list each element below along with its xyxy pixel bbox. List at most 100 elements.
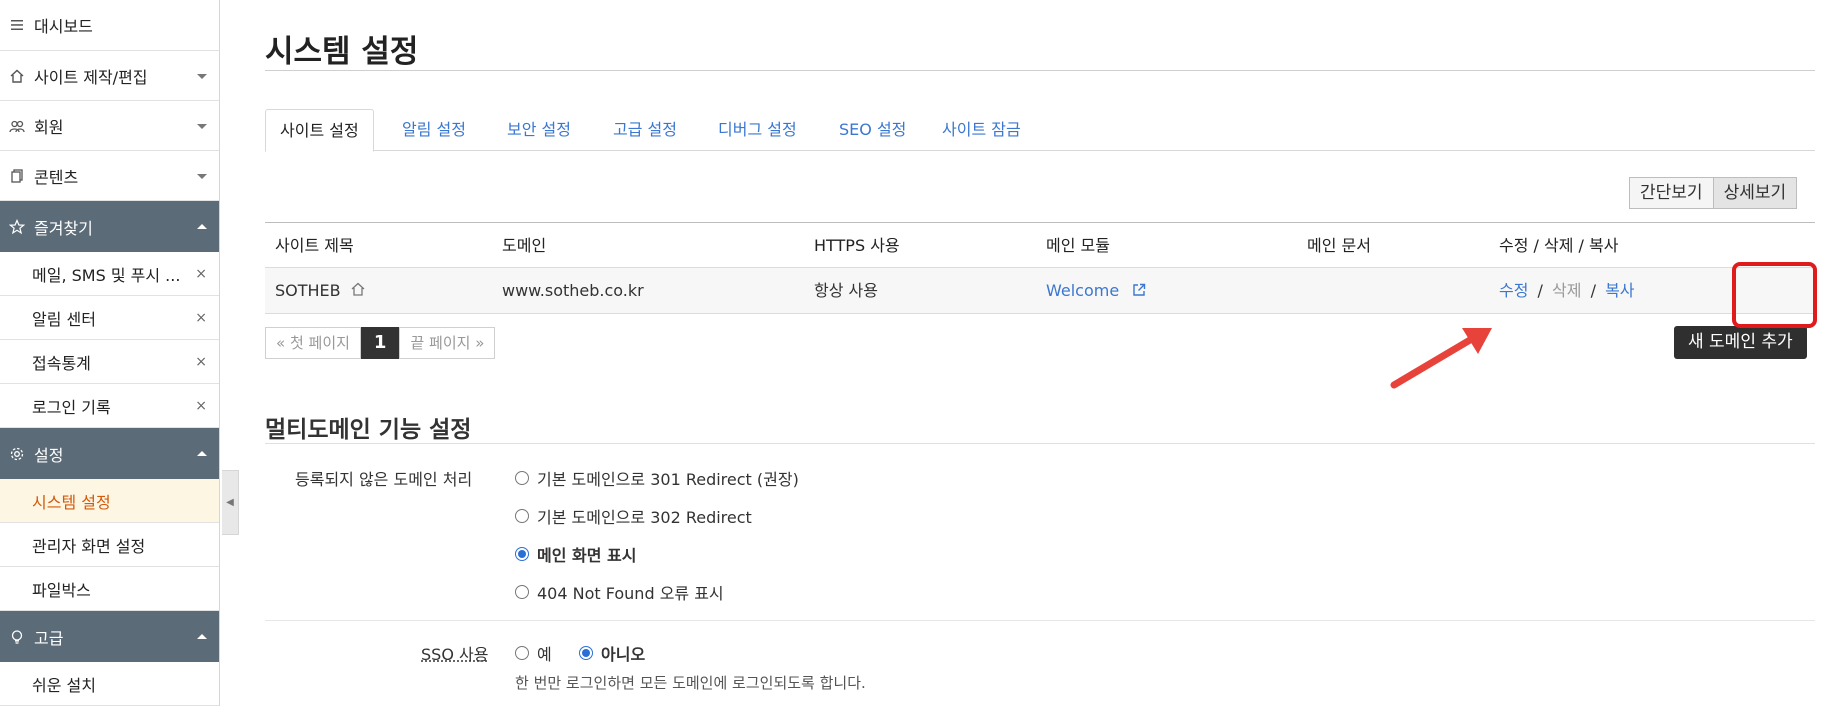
close-icon[interactable]: × bbox=[195, 398, 207, 414]
sidebar-group-label: 설정 bbox=[34, 445, 64, 465]
chevron-down-icon bbox=[197, 73, 207, 79]
sidebar-item-notification-center[interactable]: 알림 센터 × bbox=[0, 296, 219, 340]
sidebar-item-label: 관리자 화면 설정 bbox=[32, 536, 146, 556]
edit-link[interactable]: 수정 bbox=[1499, 281, 1528, 300]
chevron-left-icon: ◀ bbox=[226, 497, 234, 508]
delete-link[interactable]: 삭제 bbox=[1552, 281, 1581, 300]
radio-button[interactable] bbox=[515, 646, 529, 660]
tab-seo-settings[interactable]: SEO 설정 bbox=[839, 109, 906, 151]
sidebar-item-system-settings[interactable]: 시스템 설정 bbox=[0, 479, 219, 523]
last-page-button[interactable]: 끝 페이지 » bbox=[399, 327, 496, 359]
view-toggle: 간단보기 상세보기 bbox=[1629, 177, 1798, 209]
domain-table: 사이트 제목 도메인 HTTPS 사용 메인 모듈 메인 문서 수정 / 삭제 … bbox=[265, 222, 1815, 314]
column-header: 도메인 bbox=[502, 236, 547, 255]
separator: / bbox=[1590, 281, 1596, 300]
sidebar-item-login-history[interactable]: 로그인 기록 × bbox=[0, 384, 219, 428]
tab-site-settings[interactable]: 사이트 설정 bbox=[265, 109, 374, 152]
close-icon[interactable]: × bbox=[195, 266, 207, 282]
sidebar-item-access-stats[interactable]: 접속통계 × bbox=[0, 340, 219, 384]
sidebar-item-admin-screen-settings[interactable]: 관리자 화면 설정 bbox=[0, 523, 219, 567]
radio-label: 기본 도메인으로 302 Redirect bbox=[537, 508, 752, 527]
actions-cell: 수정 / 삭제 / 복사 bbox=[1499, 268, 1635, 314]
sidebar-item-label: 대시보드 bbox=[34, 17, 93, 36]
home-icon bbox=[8, 67, 26, 85]
chevron-up-icon bbox=[197, 633, 207, 639]
add-domain-button[interactable]: 새 도메인 추가 bbox=[1674, 326, 1807, 359]
sidebar-group-settings[interactable]: 설정 bbox=[0, 428, 219, 479]
column-header: 사이트 제목 bbox=[275, 236, 354, 255]
sidebar-item-members[interactable]: 회원 bbox=[0, 101, 219, 151]
home-icon bbox=[350, 269, 366, 315]
sidebar-item-label: 메일, SMS 및 푸시 ... bbox=[32, 265, 181, 285]
sidebar-group-favorites[interactable]: 즐겨찾기 bbox=[0, 201, 219, 252]
radio-option[interactable]: 아니오 bbox=[579, 641, 645, 665]
radio-label: 404 Not Found 오류 표시 bbox=[537, 584, 724, 603]
radio-button[interactable] bbox=[515, 585, 529, 599]
radio-button-selected[interactable] bbox=[579, 646, 593, 660]
sidebar-item-dashboard[interactable]: 대시보드 bbox=[0, 0, 219, 51]
divider bbox=[265, 443, 1815, 444]
tab-debug-settings[interactable]: 디버그 설정 bbox=[718, 109, 797, 151]
external-link-icon[interactable] bbox=[1132, 269, 1146, 315]
tab-security-settings[interactable]: 보안 설정 bbox=[507, 109, 571, 151]
column-header: 메인 문서 bbox=[1307, 236, 1371, 255]
sidebar-item-label: 알림 센터 bbox=[32, 309, 96, 329]
simple-view-button[interactable]: 간단보기 bbox=[1629, 177, 1714, 209]
column-header: 수정 / 삭제 / 복사 bbox=[1499, 236, 1619, 255]
main-content: 시스템 설정 사이트 설정 알림 설정 보안 설정 고급 설정 디버그 설정 S… bbox=[265, 0, 1817, 706]
column-header: HTTPS 사용 bbox=[814, 236, 900, 255]
chevron-up-icon bbox=[197, 223, 207, 229]
radio-option[interactable]: 메인 화면 표시 bbox=[515, 542, 636, 566]
table-row: SOTHEB www.sotheb.co.kr 항상 사용 Welcome 수정… bbox=[265, 268, 1815, 314]
first-page-button[interactable]: « 첫 페이지 bbox=[265, 327, 361, 359]
detail-view-button[interactable]: 상세보기 bbox=[1713, 177, 1798, 209]
tab-advanced-settings[interactable]: 고급 설정 bbox=[613, 109, 677, 151]
annotation-highlight-box bbox=[1732, 262, 1817, 328]
radio-button-selected[interactable] bbox=[515, 547, 529, 561]
menu-icon bbox=[8, 16, 26, 34]
sidebar-item-label: 사이트 제작/편집 bbox=[34, 67, 148, 87]
sidebar-group-label: 고급 bbox=[34, 628, 64, 648]
sidebar-item-mail-sms[interactable]: 메일, SMS 및 푸시 ... × bbox=[0, 252, 219, 296]
https-cell: 항상 사용 bbox=[814, 281, 878, 300]
radio-button[interactable] bbox=[515, 509, 529, 523]
star-icon bbox=[8, 218, 26, 236]
chevron-down-icon bbox=[197, 123, 207, 129]
sidebar: 대시보드 사이트 제작/편집 회원 콘텐츠 즐겨찾기 메일, SMS 및 푸시 … bbox=[0, 0, 220, 706]
radio-option[interactable]: 404 Not Found 오류 표시 bbox=[515, 580, 724, 604]
copy-link[interactable]: 복사 bbox=[1605, 281, 1634, 300]
sidebar-item-contents[interactable]: 콘텐츠 bbox=[0, 151, 219, 201]
radio-option[interactable]: 예 bbox=[515, 641, 552, 665]
sidebar-item-label: 로그인 기록 bbox=[32, 397, 111, 417]
radio-option[interactable]: 기본 도메인으로 302 Redirect bbox=[515, 504, 752, 528]
table-header: 사이트 제목 도메인 HTTPS 사용 메인 모듈 메인 문서 수정 / 삭제 … bbox=[265, 222, 1815, 268]
sidebar-item-filebox[interactable]: 파일박스 bbox=[0, 567, 219, 611]
section-title: 멀티도메인 기능 설정 bbox=[265, 417, 472, 443]
close-icon[interactable]: × bbox=[195, 310, 207, 326]
radio-label: 기본 도메인으로 301 Redirect (권장) bbox=[537, 470, 799, 489]
radio-option[interactable]: 기본 도메인으로 301 Redirect (권장) bbox=[515, 466, 799, 490]
column-header: 메인 모듈 bbox=[1046, 236, 1110, 255]
sidebar-item-site-builder[interactable]: 사이트 제작/편집 bbox=[0, 51, 219, 101]
divider bbox=[265, 70, 1815, 71]
tab-notification-settings[interactable]: 알림 설정 bbox=[402, 109, 466, 151]
sso-label: SSO 사용 bbox=[421, 645, 489, 664]
annotation-arrow-icon bbox=[1390, 328, 1492, 389]
chevron-up-icon bbox=[197, 450, 207, 456]
radio-button[interactable] bbox=[515, 471, 529, 485]
tab-site-lock[interactable]: 사이트 잠금 bbox=[942, 109, 1021, 151]
page-title: 시스템 설정 bbox=[265, 34, 419, 70]
radio-label: 메인 화면 표시 bbox=[537, 546, 637, 565]
sidebar-group-advanced[interactable]: 고급 bbox=[0, 611, 219, 662]
main-module-link[interactable]: Welcome bbox=[1046, 281, 1119, 300]
copy-icon bbox=[8, 167, 26, 185]
sidebar-item-easy-install[interactable]: 쉬운 설치 bbox=[0, 662, 219, 706]
site-title-cell: SOTHEB bbox=[275, 268, 366, 314]
sidebar-item-label: 파일박스 bbox=[32, 580, 91, 600]
current-page[interactable]: 1 bbox=[360, 327, 400, 359]
sidebar-collapse-handle[interactable]: ◀ bbox=[222, 470, 239, 535]
chevron-down-icon bbox=[197, 173, 207, 179]
radio-label: 아니오 bbox=[601, 645, 646, 664]
close-icon[interactable]: × bbox=[195, 354, 207, 370]
lightbulb-icon bbox=[8, 628, 26, 646]
